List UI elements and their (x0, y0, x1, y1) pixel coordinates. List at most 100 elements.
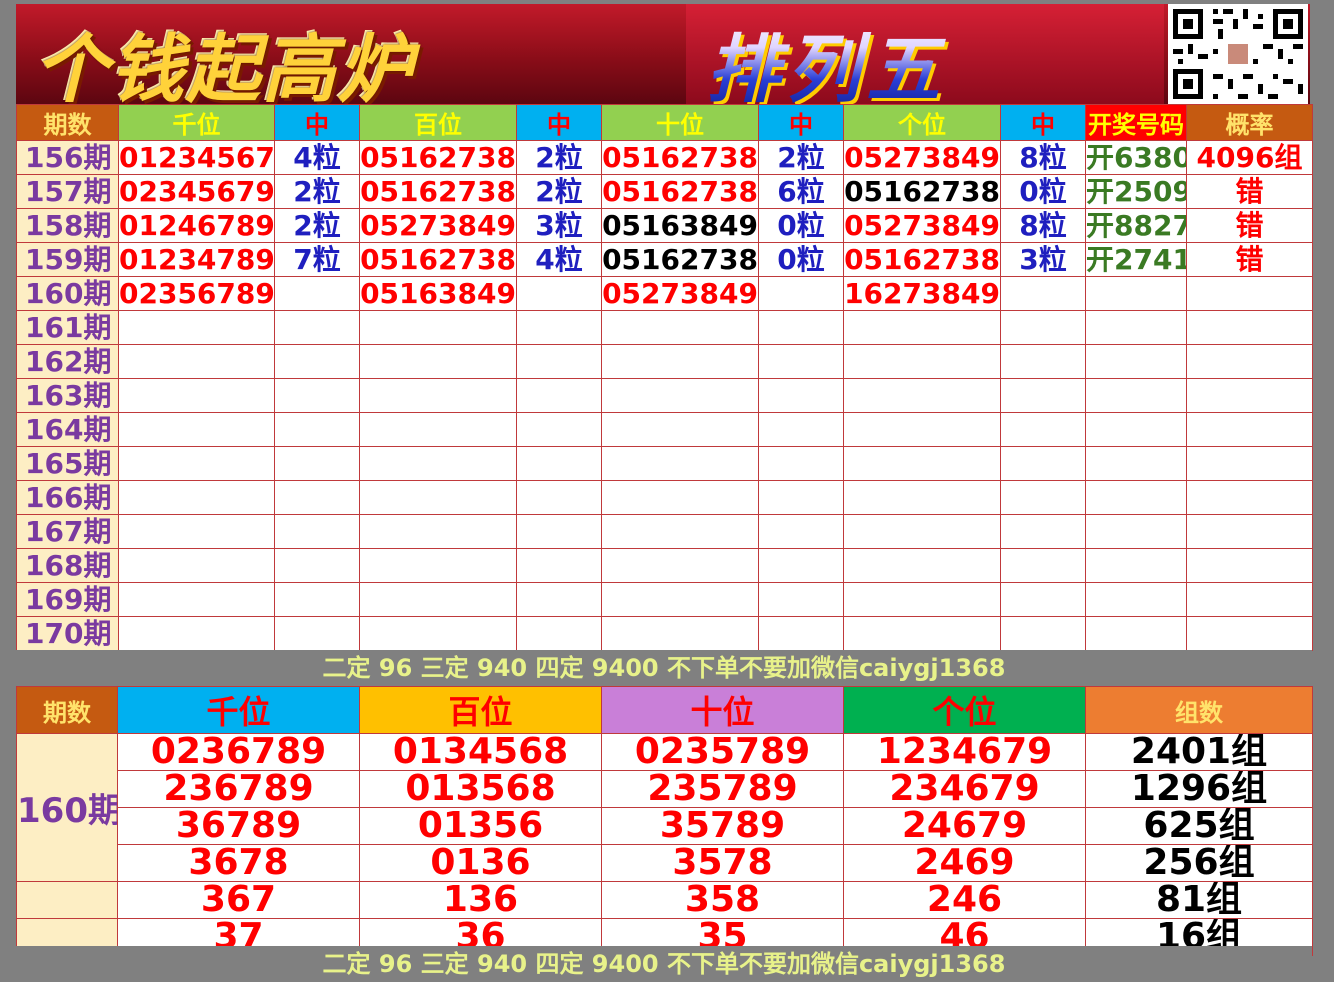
group-header-shi: 十位 (601, 686, 844, 734)
draw-number-cell (1085, 446, 1187, 481)
table-row: 163期 (16, 378, 1313, 413)
ge-hit-cell (1000, 378, 1086, 413)
bai-hit-cell: 3粒 (516, 208, 602, 243)
probability-cell (1186, 514, 1313, 549)
ge-cell (843, 446, 1001, 481)
bai-hit-cell (516, 616, 602, 651)
table-row: 169期 (16, 582, 1313, 617)
group-ge-cell: 246 (843, 881, 1086, 919)
bai-cell (359, 582, 517, 617)
table-row: 158期 01246789 2粒 05273849 3粒 05163849 0粒 052738… (16, 208, 1313, 243)
period-cell: 161期 (16, 310, 119, 345)
ge-hit-cell: 3粒 (1000, 242, 1086, 277)
bai-cell (359, 548, 517, 583)
draw-number-cell (1085, 378, 1187, 413)
ge-cell (843, 344, 1001, 379)
header-shi-hit: 中 (758, 104, 844, 141)
bai-hit-cell: 2粒 (516, 140, 602, 175)
bai-cell (359, 616, 517, 651)
banner-title-right: 排列五 (706, 10, 946, 104)
group-shi-cell: 358 (601, 881, 844, 919)
group-ge-cell: 2469 (843, 844, 1086, 882)
period-cell: 160期 (16, 276, 119, 311)
group-bai-cell: 01356 (359, 807, 602, 845)
ge-cell (843, 310, 1001, 345)
bai-cell (359, 344, 517, 379)
bai-cell (359, 514, 517, 549)
bai-hit-cell: 2粒 (516, 174, 602, 209)
group-row: 367 136 358 246 81组 (16, 881, 1313, 919)
probability-cell (1186, 582, 1313, 617)
draw-number-cell: 开2741 (1085, 242, 1187, 277)
qian-hit-cell: 7粒 (274, 242, 360, 277)
ge-cell: 05273849 (843, 208, 1001, 243)
banner-title-left: 个钱起高炉 (34, 27, 414, 104)
period-cell: 167期 (16, 514, 119, 549)
group-bai-cell: 0136 (359, 844, 602, 882)
probability-cell (1186, 276, 1313, 311)
draw-number-cell (1085, 310, 1187, 345)
title-banner: 个钱起高炉 排列五 (16, 4, 1310, 104)
shi-hit-cell: 6粒 (758, 174, 844, 209)
ge-cell: 05162738 (843, 174, 1001, 209)
group-count-cell: 256组 (1085, 844, 1313, 882)
shi-hit-cell: 0粒 (758, 208, 844, 243)
group-table-header-row: 期数 千位 百位 十位 个位 组数 (16, 686, 1313, 734)
group-period-cell: 160期 (16, 733, 118, 882)
shi-hit-cell (758, 378, 844, 413)
group-shi-cell: 3578 (601, 844, 844, 882)
qian-hit-cell (274, 344, 360, 379)
group-qian-cell: 236789 (117, 770, 360, 808)
ge-hit-cell (1000, 616, 1086, 651)
period-cell: 166期 (16, 480, 119, 515)
ge-hit-cell (1000, 582, 1086, 617)
draw-number-cell (1085, 616, 1187, 651)
header-probability: 概率 (1186, 104, 1313, 141)
qian-hit-cell (274, 616, 360, 651)
table-row: 167期 (16, 514, 1313, 549)
ge-cell (843, 582, 1001, 617)
shi-hit-cell (758, 616, 844, 651)
qian-cell (118, 616, 275, 651)
qian-hit-cell (274, 548, 360, 583)
shi-hit-cell (758, 276, 844, 311)
prediction-history-table: 期数 千位 中 百位 中 十位 中 个位 中 开奖号码 概率 156期 01234… (16, 104, 1313, 651)
table-row: 159期 01234789 7粒 05162738 4粒 05162738 0粒 051627… (16, 242, 1313, 277)
draw-number-cell (1085, 548, 1187, 583)
period-cell: 156期 (16, 140, 119, 175)
ge-cell: 05162738 (843, 242, 1001, 277)
group-row: 36789 01356 35789 24679 625组 (17, 807, 1313, 845)
shi-hit-cell (758, 344, 844, 379)
qian-cell: 02356789 (118, 276, 275, 311)
group-row: 236789 013568 235789 234679 1296组 (17, 770, 1313, 808)
table-row: 157期 02345679 2粒 05162738 2粒 05162738 6粒 051627… (16, 174, 1313, 209)
bai-cell: 05162738 (359, 242, 517, 277)
qian-cell (118, 446, 275, 481)
promo-banner-bottom: 二定 96 三定 940 四定 9400 不下单不要加微信caiygj1368 (16, 946, 1312, 982)
probability-cell (1186, 310, 1313, 345)
bai-cell: 05162738 (359, 174, 517, 209)
ge-hit-cell (1000, 480, 1086, 515)
group-shi-cell: 0235789 (601, 733, 844, 771)
qian-cell (118, 548, 275, 583)
bai-cell (359, 378, 517, 413)
draw-number-cell: 开2509 (1085, 174, 1187, 209)
qian-hit-cell (274, 276, 360, 311)
group-header-count: 组数 (1085, 686, 1313, 734)
qian-cell (118, 514, 275, 549)
shi-cell: 05162738 (601, 174, 759, 209)
group-header-ge: 个位 (843, 686, 1086, 734)
bai-cell: 05163849 (359, 276, 517, 311)
group-bai-cell: 013568 (359, 770, 602, 808)
group-header-period: 期数 (16, 686, 118, 734)
shi-cell (601, 310, 759, 345)
qian-hit-cell: 2粒 (274, 208, 360, 243)
shi-cell: 05162738 (601, 242, 759, 277)
table-row: 166期 (16, 480, 1313, 515)
ge-cell (843, 548, 1001, 583)
bai-hit-cell (516, 310, 602, 345)
bai-hit-cell (516, 514, 602, 549)
header-ge: 个位 (843, 104, 1001, 141)
shi-cell: 05273849 (601, 276, 759, 311)
draw-number-cell (1085, 582, 1187, 617)
